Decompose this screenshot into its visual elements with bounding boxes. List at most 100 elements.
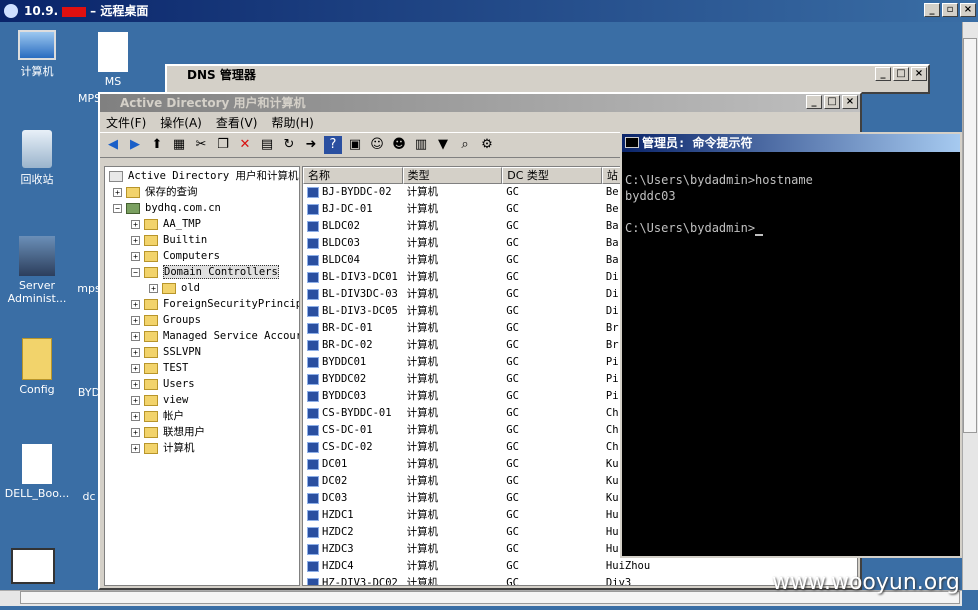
- desktop-icon-ms[interactable]: MS MPS: [78, 32, 148, 105]
- up-folder-icon[interactable]: ⬆: [148, 136, 166, 154]
- expand-icon[interactable]: +: [149, 283, 158, 293]
- help-icon[interactable]: ?: [324, 136, 342, 154]
- tree-item[interactable]: + Builtin: [105, 232, 299, 248]
- expand-icon[interactable]: +: [131, 315, 140, 325]
- window-title: DNS 管理器: [187, 68, 256, 82]
- expand-icon[interactable]: +: [131, 363, 140, 373]
- expand-icon[interactable]: +: [131, 219, 140, 229]
- cell-text: GC: [506, 543, 519, 555]
- minimize-icon[interactable]: _: [875, 67, 891, 81]
- expand-icon[interactable]: +: [131, 235, 140, 245]
- cell-text: Di: [605, 288, 619, 300]
- refresh-icon[interactable]: ↻: [280, 136, 298, 154]
- folder-icon: [144, 298, 158, 310]
- tree-domain[interactable]: − bydhq.com.cn: [105, 200, 299, 216]
- tree-item[interactable]: + Managed Service Accour: [105, 328, 299, 344]
- tree-item[interactable]: + view: [105, 392, 299, 408]
- delete-icon[interactable]: ✕: [236, 136, 254, 154]
- cell-text: GC: [506, 441, 519, 453]
- maximize-icon[interactable]: □: [824, 95, 840, 109]
- show-tree-icon[interactable]: ▦: [170, 136, 188, 154]
- expand-icon[interactable]: +: [131, 331, 140, 341]
- menu-help[interactable]: 帮助(H): [271, 114, 313, 131]
- desktop-icon-config[interactable]: Config: [2, 338, 72, 396]
- cell-name: HZDC4: [303, 558, 403, 575]
- cell-text: HZDC4: [322, 560, 354, 572]
- tree-item[interactable]: + Users: [105, 376, 299, 392]
- column-header-dc-type[interactable]: DC 类型: [502, 167, 602, 184]
- column-header-name[interactable]: 名称: [303, 167, 403, 184]
- find-icon[interactable]: ⌕: [456, 136, 474, 154]
- maximize-icon[interactable]: □: [893, 67, 909, 81]
- cell-type: 计算机: [403, 524, 503, 541]
- desktop-icon-recycle-bin[interactable]: 回收站: [2, 130, 72, 187]
- expand-icon[interactable]: +: [131, 299, 140, 309]
- tree-item[interactable]: + AA_TMP: [105, 216, 299, 232]
- tree-item[interactable]: + TEST: [105, 360, 299, 376]
- tree-item[interactable]: + SSLVPN: [105, 344, 299, 360]
- tree-item[interactable]: + Computers: [105, 248, 299, 264]
- tree-item[interactable]: + 计算机: [105, 440, 299, 456]
- computer-icon: [307, 220, 319, 232]
- tree-item[interactable]: + Groups: [105, 312, 299, 328]
- close-icon[interactable]: ×: [911, 67, 927, 81]
- expand-icon[interactable]: +: [131, 379, 140, 389]
- close-icon[interactable]: ×: [960, 3, 976, 17]
- desktop-icon-app[interactable]: [8, 548, 58, 587]
- properties-icon[interactable]: ▤: [258, 136, 276, 154]
- folder-icon: [162, 282, 176, 294]
- expand-icon[interactable]: +: [131, 427, 140, 437]
- minimize-icon[interactable]: _: [806, 95, 822, 109]
- cell-text: 计算机: [406, 237, 439, 249]
- command-prompt-window[interactable]: 管理员: 命令提示符 C:\Users\bydadmin>hostname byd…: [620, 132, 962, 558]
- filter-icon[interactable]: ▼: [434, 136, 452, 154]
- column-header-type[interactable]: 类型: [402, 167, 503, 184]
- add-to-group-icon[interactable]: ⚙: [478, 136, 496, 154]
- new-user-icon[interactable]: ☺: [368, 136, 386, 154]
- desktop-icon-computer[interactable]: 计算机: [2, 30, 72, 79]
- tree-saved-queries[interactable]: + 保存的查询: [105, 184, 299, 200]
- tree-item[interactable]: + old: [105, 280, 299, 296]
- new-ou-icon[interactable]: ▥: [412, 136, 430, 154]
- tree-item[interactable]: + 帐户: [105, 408, 299, 424]
- tree-item[interactable]: + 联想用户: [105, 424, 299, 440]
- back-icon[interactable]: ◀: [104, 136, 122, 154]
- cell-type: 计算机: [403, 371, 503, 388]
- desktop-icon-dell[interactable]: DELL_Boo...: [2, 444, 72, 500]
- minimize-icon[interactable]: _: [924, 3, 940, 17]
- forward-icon[interactable]: ▶: [126, 136, 144, 154]
- cell-name: DC03: [303, 490, 403, 507]
- console-icon[interactable]: ▣: [346, 136, 364, 154]
- close-icon[interactable]: ×: [842, 95, 858, 109]
- expand-icon[interactable]: +: [131, 251, 140, 261]
- tree-root[interactable]: Active Directory 用户和计算机: [105, 168, 299, 184]
- desktop-icon-server-admin[interactable]: Server Administ...: [2, 236, 72, 305]
- restore-icon[interactable]: ▫: [942, 3, 958, 17]
- tree-item[interactable]: + ForeignSecurityPrincip: [105, 296, 299, 312]
- cut-icon[interactable]: ✂: [192, 136, 210, 154]
- computer-icon: [307, 373, 319, 385]
- expand-icon[interactable]: +: [131, 411, 140, 421]
- cell-text: Ba: [605, 220, 619, 232]
- vertical-scroll-thumb[interactable]: [963, 38, 977, 433]
- collapse-icon[interactable]: −: [131, 267, 140, 277]
- computer-icon: [307, 526, 319, 538]
- expand-icon[interactable]: +: [113, 187, 122, 197]
- dns-manager-window[interactable]: DNS 管理器 _ □ ×: [165, 64, 930, 94]
- domain-icon: [126, 202, 140, 214]
- new-group-icon[interactable]: ☻: [390, 136, 408, 154]
- cell-text: 计算机: [406, 424, 439, 436]
- export-icon[interactable]: ➜: [302, 136, 320, 154]
- menu-file[interactable]: 文件(F): [106, 114, 146, 131]
- cmd-output[interactable]: C:\Users\bydadmin>hostname byddc03 C:\User…: [622, 152, 960, 240]
- expand-icon[interactable]: +: [131, 347, 140, 357]
- menu-action[interactable]: 操作(A): [160, 114, 202, 131]
- tree-item-selected[interactable]: − Domain Controllers: [105, 264, 299, 280]
- copy-icon[interactable]: ❐: [214, 136, 232, 154]
- menu-view[interactable]: 查看(V): [216, 114, 258, 131]
- cell-text: BL-DIV3-DC05: [322, 305, 398, 317]
- collapse-icon[interactable]: −: [113, 203, 122, 213]
- cell-text: Pi: [605, 373, 619, 385]
- expand-icon[interactable]: +: [131, 395, 140, 405]
- expand-icon[interactable]: +: [131, 443, 140, 453]
